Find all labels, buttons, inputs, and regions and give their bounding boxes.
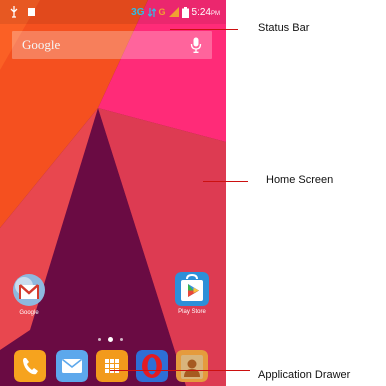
mic-icon[interactable] — [190, 37, 202, 53]
page-dot[interactable] — [98, 338, 101, 341]
contacts-icon[interactable] — [176, 350, 208, 382]
home-screen-callout: Home Screen — [266, 174, 334, 186]
status-bar: 3G G 5:24PM — [0, 0, 226, 24]
app-drawer-icon[interactable] — [96, 350, 128, 382]
battery-icon — [181, 6, 189, 18]
data-arrows-icon — [147, 7, 156, 17]
search-label: Google — [22, 37, 61, 52]
app-label: Play Store — [178, 309, 206, 315]
messages-icon[interactable] — [56, 350, 88, 382]
network-3g-indicator: 3G — [131, 6, 145, 18]
app-drawer-callout-line — [110, 370, 250, 371]
app-google-folder[interactable]: Google — [9, 273, 49, 316]
notification-icon — [28, 8, 35, 16]
page-dot-active[interactable] — [108, 337, 113, 342]
google-search-bar[interactable]: Google — [12, 31, 212, 59]
clock: 5:24PM — [191, 6, 220, 18]
home-screen-callout-line — [203, 181, 248, 182]
page-dot[interactable] — [120, 338, 123, 341]
play-store-icon — [175, 272, 209, 306]
app-play-store[interactable]: Play Store — [172, 272, 212, 315]
signal-icon — [168, 7, 179, 17]
opera-icon[interactable] — [136, 350, 168, 382]
gmail-folder-icon — [12, 273, 46, 307]
app-drawer-callout: Application Drawer — [258, 369, 351, 381]
usb-icon — [10, 6, 18, 18]
status-bar-callout-line — [170, 29, 238, 30]
app-label: Google — [19, 310, 39, 316]
phone-icon[interactable] — [14, 350, 46, 382]
page-indicator — [98, 337, 123, 342]
network-g-indicator: G — [158, 7, 166, 17]
phone-screen: 3G G 5:24PM Google Google Play Store — [0, 0, 226, 386]
status-bar-callout: Status Bar — [258, 22, 310, 34]
dock — [0, 346, 226, 386]
